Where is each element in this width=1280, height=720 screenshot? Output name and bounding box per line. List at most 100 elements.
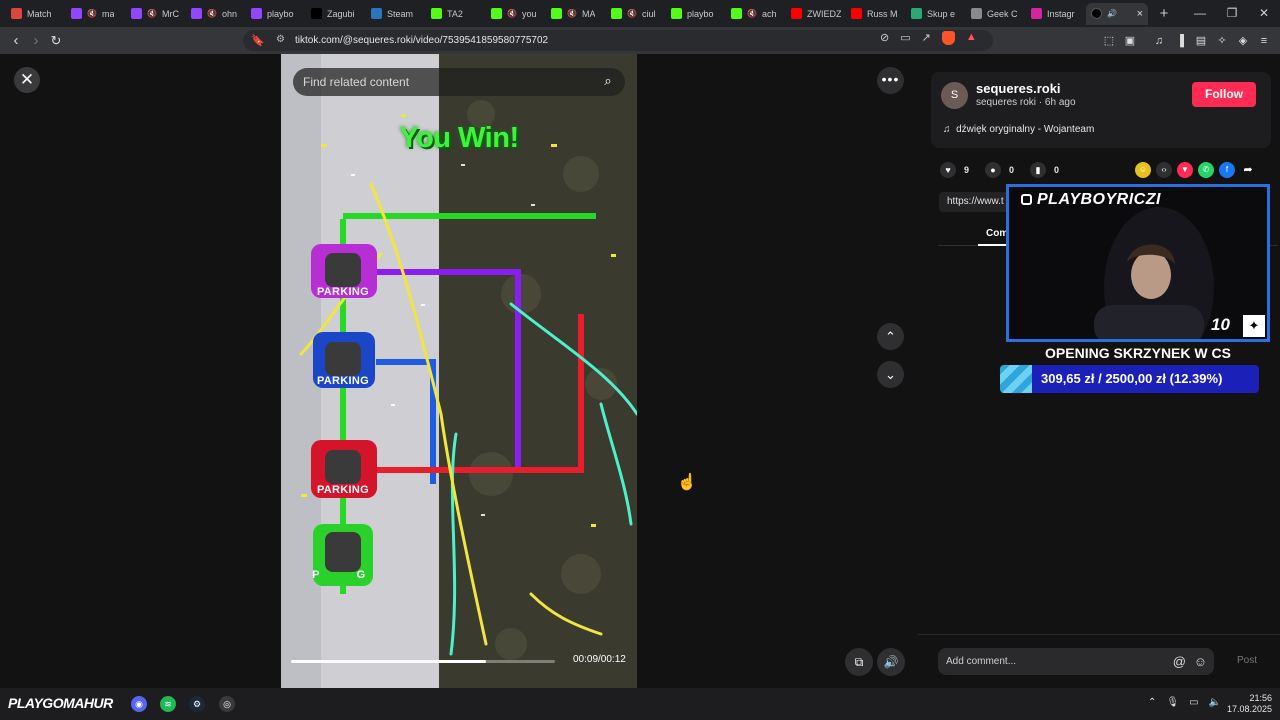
post-button[interactable]: Post — [1237, 655, 1257, 666]
video-progress-bar[interactable] — [291, 660, 555, 663]
close-window-icon[interactable]: ✕ — [1248, 0, 1280, 27]
tab-favicon-icon — [971, 8, 982, 19]
browser-tab[interactable]: Steam — [366, 3, 426, 25]
comment-input[interactable]: Add comment... @ ☺ — [938, 648, 1214, 675]
restore-icon[interactable]: ❐ — [1216, 0, 1248, 27]
music-note-icon: ♫ — [943, 124, 951, 135]
browser-tab[interactable]: Match — [6, 3, 66, 25]
browser-tab[interactable]: playbo — [246, 3, 306, 25]
browser-tab[interactable]: 🔇 ach — [726, 3, 786, 25]
close-video-button[interactable]: ✕ — [14, 67, 40, 93]
tab-favicon-icon — [11, 8, 22, 19]
microphone-icon[interactable]: 🎙 — [1166, 697, 1179, 708]
more-options-button[interactable]: ••• — [877, 67, 904, 94]
facebook-icon[interactable]: f — [1219, 162, 1235, 178]
search-input[interactable]: Find related content ⌕ — [293, 68, 625, 96]
tab-label: Russ M — [867, 8, 898, 19]
muted-icon[interactable]: 🔇 — [567, 9, 577, 18]
follow-button[interactable]: Follow — [1192, 82, 1256, 107]
muted-icon[interactable]: 🔇 — [207, 9, 217, 18]
tab-tiktok-active[interactable]: 🔊 × — [1086, 2, 1148, 25]
embed-icon[interactable]: ‹› — [1156, 162, 1172, 178]
camera-off-icon[interactable]: ⊘ — [880, 31, 889, 45]
muted-icon[interactable]: 🔇 — [627, 9, 637, 18]
browser-tab[interactable]: Russ M — [846, 3, 906, 25]
avatar[interactable]: S — [941, 82, 968, 109]
volume-icon[interactable]: 🔈 — [1209, 697, 1221, 708]
comment-stat[interactable]: ● 0 — [985, 162, 1014, 178]
muted-icon[interactable]: 🔇 — [147, 9, 157, 18]
like-stat[interactable]: ♥ 9 — [940, 162, 969, 178]
mention-icon[interactable]: @ — [1173, 648, 1186, 675]
tab-favicon-icon — [311, 8, 322, 19]
brave-shield-icon[interactable] — [941, 31, 955, 45]
next-video-button[interactable]: ⌄ — [877, 361, 904, 388]
parking-label: P — [312, 569, 320, 581]
speaker-icon[interactable]: 🔊 — [1107, 9, 1117, 18]
music-line[interactable]: ♫ dźwięk oryginalny - Wojanteam — [943, 124, 1094, 135]
muted-icon[interactable]: 🔇 — [87, 9, 97, 18]
address-bar-icons: ⊘ ▭ ↗ ▲ — [880, 31, 977, 45]
vpn-icon[interactable]: ◈ — [1237, 34, 1249, 47]
bookmark-icon[interactable]: 🔖 — [251, 34, 265, 47]
discord-icon[interactable]: ◉ — [131, 696, 147, 712]
author-username[interactable]: sequeres.roki — [976, 81, 1061, 96]
browser-tab[interactable]: 🔇 ciul — [606, 3, 666, 25]
forward-icon[interactable]: › — [26, 32, 46, 49]
video-player[interactable]: You Win! PARKING PARKING PARKING P G Fin… — [281, 54, 637, 688]
bookmark-icon: ▮ — [1030, 162, 1047, 178]
browser-tab[interactable]: 🔇 ohn — [186, 3, 246, 25]
screenshot-icon[interactable]: ▤ — [1195, 34, 1207, 47]
search-icon[interactable]: ⌕ — [599, 73, 617, 91]
browser-tab[interactable]: Skup e — [906, 3, 966, 25]
wallet-icon[interactable]: ▣ — [1124, 34, 1136, 47]
cast-icon[interactable]: ▭ — [900, 31, 910, 45]
save-stat[interactable]: ▮ 0 — [1030, 162, 1059, 178]
muted-icon[interactable]: 🔇 — [747, 9, 757, 18]
volume-button[interactable]: 🔊 — [877, 648, 905, 676]
browser-tab[interactable]: 🔇 you — [486, 3, 546, 25]
tab-comments[interactable]: Com — [986, 228, 1008, 239]
browser-tab[interactable]: 🔇 ma — [66, 3, 126, 25]
back-icon[interactable]: ‹ — [6, 32, 26, 49]
site-settings-icon[interactable]: ⚙ — [276, 34, 285, 45]
floating-player-button[interactable]: ⧉ — [845, 648, 873, 676]
browser-tab[interactable]: Zagubi — [306, 3, 366, 25]
whatsapp-icon[interactable]: ✆ — [1198, 162, 1214, 178]
new-tab-button[interactable]: + — [1154, 5, 1174, 22]
close-tab-icon[interactable]: × — [1137, 8, 1143, 20]
tiktok-icon — [1091, 8, 1102, 19]
clock[interactable]: 21:56 17.08.2025 — [1222, 693, 1272, 715]
previous-video-button[interactable]: ⌃ — [877, 323, 904, 350]
spotify-icon[interactable]: ≋ — [160, 696, 176, 712]
share-arrow-icon[interactable]: ➦ — [1240, 162, 1256, 178]
tab-favicon-icon — [371, 8, 382, 19]
like-count: 9 — [964, 165, 970, 175]
browser-tab[interactable]: Geek C — [966, 3, 1026, 25]
muted-icon[interactable]: 🔇 — [507, 9, 517, 18]
instagram-icon — [1021, 194, 1032, 205]
browser-tab[interactable]: playbo — [666, 3, 726, 25]
music-icon[interactable]: ♫ — [1153, 35, 1165, 47]
browser-tab[interactable]: TA2 — [426, 3, 486, 25]
browser-tab[interactable]: 🔇 MA — [546, 3, 606, 25]
system-tray: ⌃ 🎙 ▭ 🔈 — [1148, 697, 1221, 708]
browser-tab[interactable]: ZWIEDZ — [786, 3, 846, 25]
sidebar-icon[interactable]: ▐ — [1174, 35, 1186, 47]
rewards-icon[interactable]: ▲ — [966, 31, 977, 45]
minimize-icon[interactable]: — — [1184, 0, 1216, 27]
obs-icon[interactable]: ◎ — [219, 696, 235, 712]
steam-icon[interactable]: ⚙ — [189, 696, 205, 712]
send-icon[interactable]: ▼ — [1177, 162, 1193, 178]
emoji-icon[interactable]: ☺ — [1194, 648, 1207, 675]
friends-share-icon[interactable]: ☺ — [1135, 162, 1151, 178]
share-icon[interactable]: ↗ — [922, 31, 931, 45]
network-icon[interactable]: ▭ — [1189, 697, 1198, 708]
browser-tab[interactable]: Instagr — [1026, 3, 1086, 25]
extensions-icon[interactable]: ⬚ — [1103, 34, 1115, 47]
leo-icon[interactable]: ✧ — [1216, 34, 1228, 47]
tray-chevron-icon[interactable]: ⌃ — [1148, 697, 1156, 708]
menu-icon[interactable]: ≡ — [1258, 35, 1270, 47]
browser-tab[interactable]: 🔇 MrC — [126, 3, 186, 25]
reload-icon[interactable]: ↻ — [46, 33, 66, 49]
